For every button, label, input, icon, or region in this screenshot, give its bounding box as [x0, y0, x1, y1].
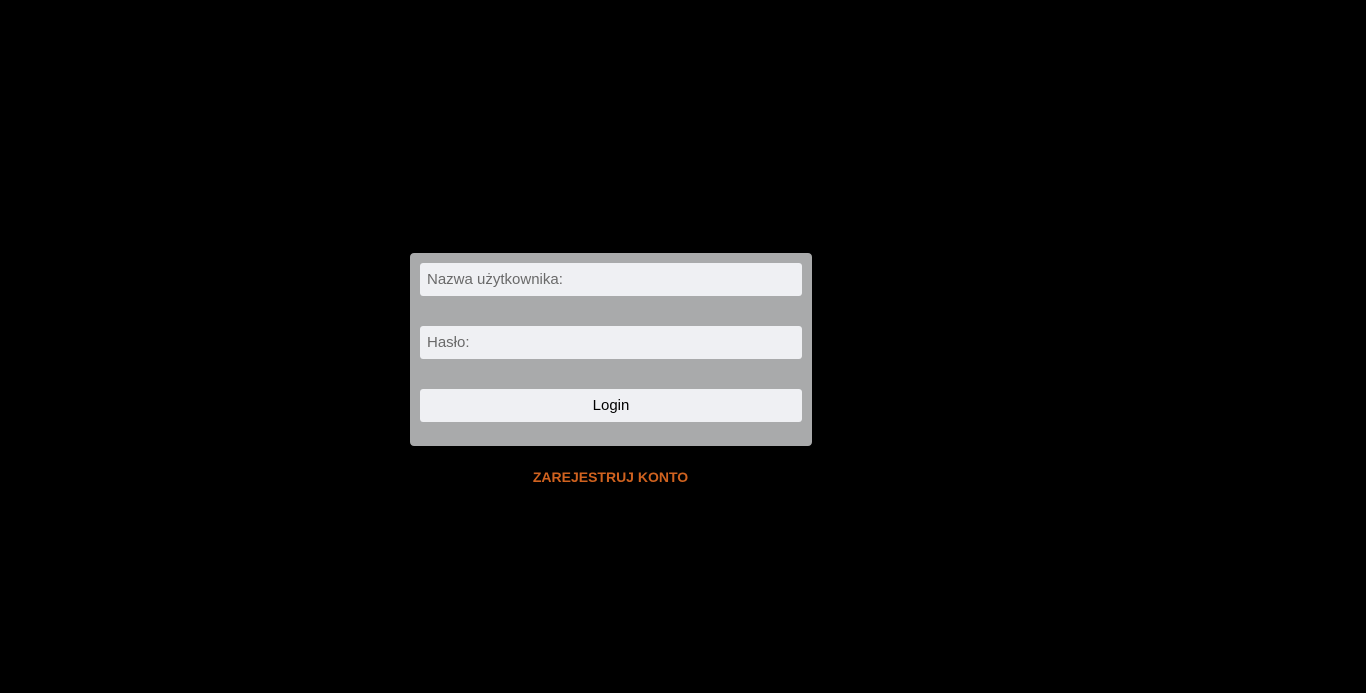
username-input[interactable] — [420, 263, 802, 296]
password-input[interactable] — [420, 326, 802, 359]
login-panel: Login — [410, 253, 812, 446]
login-button[interactable]: Login — [420, 389, 802, 422]
register-account-link[interactable]: ZAREJESTRUJ KONTO — [533, 469, 688, 485]
register-link-container: ZAREJESTRUJ KONTO — [0, 469, 1221, 485]
login-page: Login ZAREJESTRUJ KONTO — [0, 0, 1366, 693]
